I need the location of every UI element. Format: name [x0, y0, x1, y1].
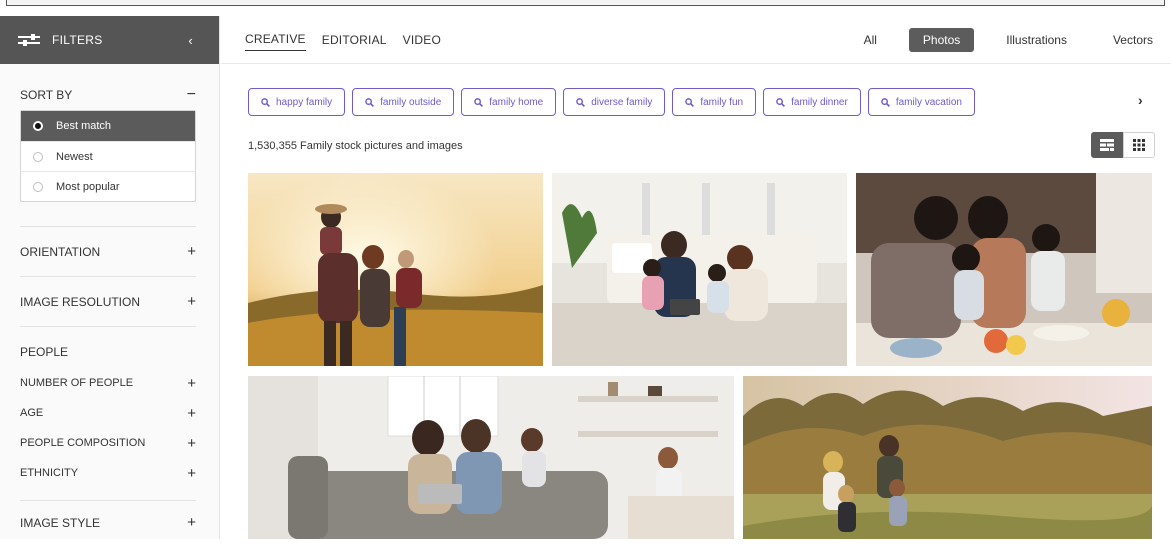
results-main: CREATIVE EDITORIAL VIDEO All Photos Illu… — [221, 16, 1171, 539]
result-photo[interactable] — [856, 173, 1152, 366]
mosaic-grid-icon — [1100, 139, 1114, 151]
chip-label: family home — [489, 96, 544, 108]
filter-number-of-people[interactable]: NUMBER OF PEOPLE + — [20, 368, 196, 398]
sliders-icon — [18, 34, 40, 46]
related-search-chip[interactable]: family outside — [352, 88, 455, 116]
sort-option-label: Best match — [56, 120, 112, 132]
minus-icon[interactable]: − — [187, 87, 196, 103]
filter-label: IMAGE RESOLUTION — [20, 294, 141, 309]
related-search-chip[interactable]: diverse family — [563, 88, 666, 116]
browser-top-strip — [0, 0, 1171, 16]
chip-label: family vacation — [895, 96, 962, 108]
search-icon — [685, 97, 695, 107]
result-photo[interactable] — [743, 376, 1152, 539]
filter-orientation[interactable]: ORIENTATION + — [20, 226, 196, 276]
search-icon — [365, 97, 375, 107]
radio-selected-icon — [33, 121, 43, 131]
chip-label: family fun — [700, 96, 744, 108]
mosaic-grid-button[interactable] — [1091, 132, 1123, 158]
sort-by-header[interactable]: SORT BY − — [20, 80, 196, 110]
related-search-chip[interactable]: family home — [461, 88, 557, 116]
plus-icon[interactable]: + — [187, 243, 196, 260]
collapse-sidebar-icon[interactable]: ‹ — [188, 33, 193, 48]
square-grid-icon — [1133, 139, 1145, 151]
plus-icon[interactable]: + — [187, 514, 196, 531]
content-tabs-bar: CREATIVE EDITORIAL VIDEO All Photos Illu… — [221, 16, 1171, 64]
filter-image-style[interactable]: IMAGE STYLE + — [20, 500, 196, 544]
result-photo[interactable] — [248, 173, 543, 366]
filter-label: ETHNICITY — [20, 467, 79, 479]
chip-label: happy family — [276, 96, 333, 108]
filter-label: IMAGE STYLE — [20, 515, 101, 530]
sort-options: Best match Newest Most popular — [20, 110, 196, 202]
related-search-chip[interactable]: family vacation — [867, 88, 975, 116]
grid-view-toggle — [1091, 132, 1155, 158]
results-count: 1,530,355 Family stock pictures and imag… — [248, 140, 463, 152]
filter-label: AGE — [20, 407, 44, 419]
filter-ethnicity[interactable]: ETHNICITY + — [20, 458, 196, 488]
sort-option-newest[interactable]: Newest — [21, 141, 195, 171]
search-icon — [474, 97, 484, 107]
filter-image-resolution[interactable]: IMAGE RESOLUTION + — [20, 276, 196, 326]
filters-label: FILTERS — [52, 33, 103, 47]
sort-option-best-match[interactable]: Best match — [21, 111, 195, 141]
plus-icon[interactable]: + — [187, 465, 196, 482]
asset-type-vectors[interactable]: Vectors — [1099, 28, 1167, 52]
search-icon — [776, 97, 786, 107]
filters-header[interactable]: FILTERS ‹ — [0, 16, 219, 64]
related-searches: happy family family outside family home … — [248, 88, 982, 116]
search-icon — [576, 97, 586, 107]
plus-icon[interactable]: + — [187, 375, 196, 392]
filter-label: PEOPLE COMPOSITION — [20, 437, 146, 449]
asset-type-filter: All Photos Illustrations Vectors — [832, 27, 1171, 52]
people-section-title: PEOPLE — [20, 326, 196, 368]
square-grid-button[interactable] — [1123, 132, 1155, 158]
plus-icon[interactable]: + — [187, 405, 196, 422]
sort-option-label: Newest — [56, 150, 93, 163]
chip-label: family dinner — [791, 96, 848, 108]
top-border — [6, 0, 1165, 6]
asset-type-all[interactable]: All — [850, 28, 891, 52]
search-icon — [881, 97, 890, 107]
result-photo[interactable] — [248, 376, 734, 539]
filter-label: ORIENTATION — [20, 244, 101, 259]
plus-icon[interactable]: + — [187, 435, 196, 452]
radio-icon — [33, 151, 43, 162]
filters-sidebar: FILTERS ‹ SORT BY − Best match Newest Mo… — [0, 16, 220, 539]
filter-people-composition[interactable]: PEOPLE COMPOSITION + — [20, 428, 196, 458]
related-search-chip[interactable]: family dinner — [763, 88, 861, 116]
result-photo[interactable] — [552, 173, 847, 366]
chip-label: diverse family — [591, 96, 653, 108]
related-search-chip[interactable]: happy family — [248, 88, 346, 116]
chevron-right-icon[interactable]: › — [1138, 92, 1143, 108]
sort-option-most-popular[interactable]: Most popular — [21, 171, 195, 201]
tab-video[interactable]: VIDEO — [403, 29, 441, 51]
plus-icon[interactable]: + — [187, 293, 196, 310]
tab-editorial[interactable]: EDITORIAL — [322, 29, 387, 51]
related-search-chip[interactable]: family fun — [672, 88, 757, 116]
tab-creative[interactable]: CREATIVE — [245, 28, 306, 51]
sort-option-label: Most popular — [56, 180, 120, 193]
sort-by-label: SORT BY — [20, 88, 73, 102]
filter-label: NUMBER OF PEOPLE — [20, 377, 134, 389]
radio-icon — [33, 181, 43, 192]
asset-type-illustrations[interactable]: Illustrations — [992, 28, 1081, 52]
asset-type-photos[interactable]: Photos — [908, 27, 975, 52]
filter-age[interactable]: AGE + — [20, 398, 196, 428]
search-icon — [261, 97, 270, 107]
chip-label: family outside — [380, 96, 442, 108]
